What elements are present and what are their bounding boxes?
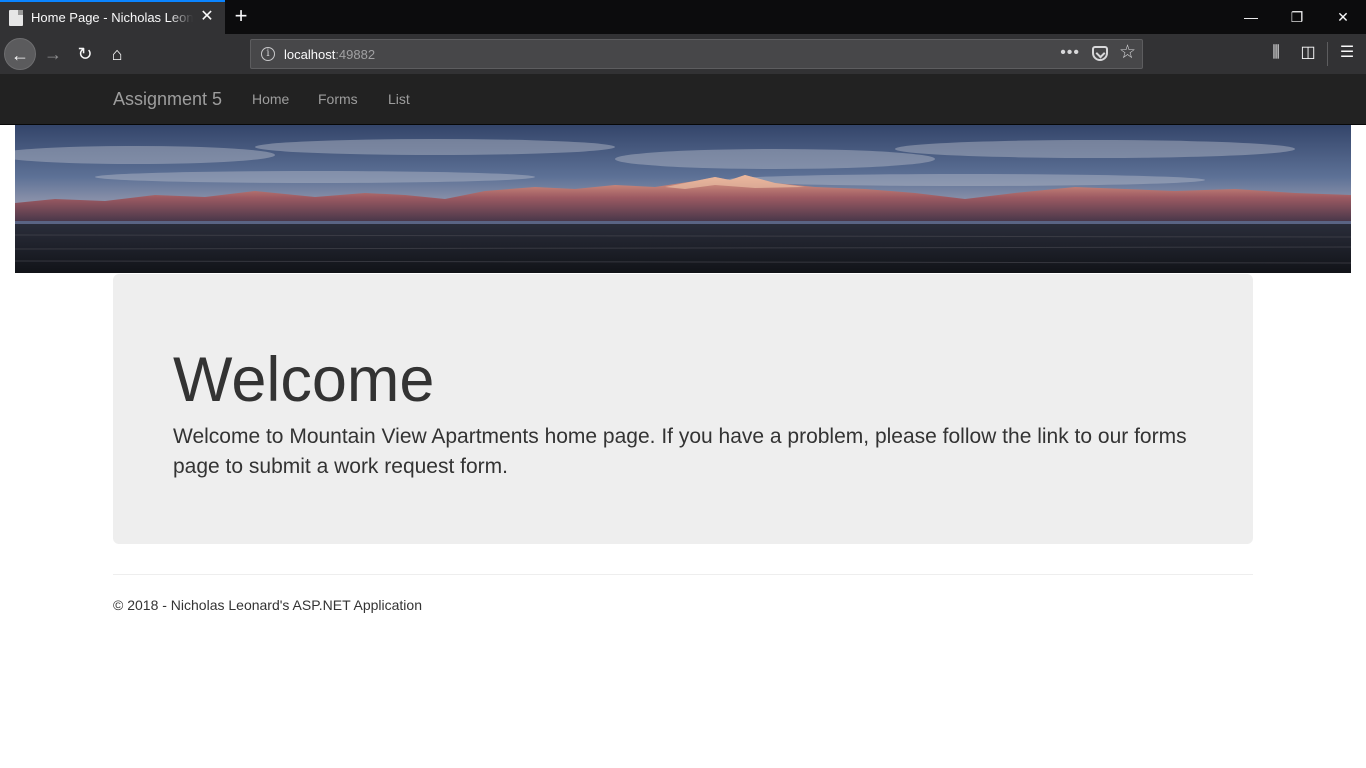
site-navbar: Assignment 5 Home Forms List [0, 74, 1366, 125]
footer-copyright: © 2018 - Nicholas Leonard's ASP.NET Appl… [113, 597, 422, 613]
reload-icon[interactable]: ↻ [69, 38, 101, 70]
pocket-icon[interactable] [1092, 46, 1108, 61]
browser-tab-strip: Home Page - Nicholas Leonard's ASP.NET A… [0, 0, 1366, 34]
info-icon[interactable]: i [261, 47, 275, 61]
hamburger-menu-icon[interactable]: ☰ [1336, 42, 1358, 64]
url-port: :49882 [335, 47, 376, 62]
sidebar-icon[interactable]: ◫ [1297, 42, 1319, 64]
restore-icon[interactable]: ❐ [1274, 0, 1320, 34]
browser-tab-active[interactable]: Home Page - Nicholas Leonard's ASP.NET A… [0, 0, 225, 34]
page-content: Assignment 5 Home Forms List Welcome Wel… [0, 74, 1366, 768]
library-icon[interactable]: ⫼ [1265, 42, 1287, 64]
document-icon [9, 10, 23, 26]
banner-image [15, 125, 1351, 273]
footer-divider [113, 574, 1253, 575]
url-bar[interactable]: i localhost:49882 ••• ☆ [250, 39, 1143, 69]
page-title: Welcome [173, 345, 435, 415]
nav-link-list[interactable]: List [388, 91, 410, 107]
minimize-icon[interactable]: — [1228, 0, 1274, 34]
welcome-jumbotron: Welcome Welcome to Mountain View Apartme… [113, 274, 1253, 544]
home-icon[interactable]: ⌂ [101, 38, 133, 70]
close-window-icon[interactable]: ✕ [1320, 0, 1366, 34]
close-icon[interactable]: ✕ [199, 9, 215, 25]
url-host: localhost [284, 47, 336, 62]
site-brand[interactable]: Assignment 5 [113, 89, 222, 110]
star-icon[interactable]: ☆ [1119, 43, 1136, 63]
welcome-text: Welcome to Mountain View Apartments home… [173, 425, 1187, 478]
nav-link-forms[interactable]: Forms [318, 91, 358, 107]
arrow-right-icon[interactable]: → [37, 38, 69, 70]
toolbar-divider [1327, 42, 1328, 66]
url-text[interactable]: localhost:49882 [284, 47, 375, 62]
mountain-panorama-banner [15, 125, 1351, 273]
plus-icon[interactable]: + [230, 5, 252, 28]
browser-toolbar: ← → ↻ ⌂ i localhost:49882 ••• ☆ ⫼ ◫ ☰ [0, 34, 1366, 74]
nav-link-home[interactable]: Home [252, 91, 289, 107]
arrow-left-icon[interactable]: ← [4, 38, 36, 70]
more-icon[interactable]: ••• [1060, 44, 1080, 62]
tab-title: Home Page - Nicholas Leonard's ASP.NET A… [31, 10, 193, 25]
